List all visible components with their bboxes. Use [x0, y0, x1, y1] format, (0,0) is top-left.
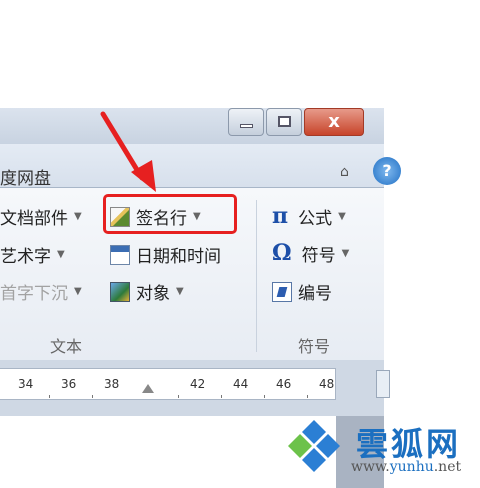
- ruler-tick-label: 42: [190, 377, 206, 391]
- ruler-tick-label: 44: [233, 377, 249, 391]
- ruler-tick-mark: [221, 395, 222, 398]
- indent-marker[interactable]: [142, 384, 154, 393]
- ruler-tick-label: 36: [61, 377, 77, 391]
- ruler-tick-mark: [49, 395, 50, 398]
- ruler-tick-mark: [264, 395, 265, 398]
- yunhu-logo-icon: [288, 420, 340, 472]
- ruler-tick-mark: [307, 395, 308, 398]
- ruler-toggle-button[interactable]: [376, 370, 390, 398]
- watermark-url-suffix: .net: [433, 459, 462, 475]
- ruler-tick-label: 38: [104, 377, 120, 391]
- ruler-tick-label: 34: [18, 377, 34, 391]
- ruler-tick-mark: [92, 395, 93, 398]
- ruler-tick-label: 46: [276, 377, 292, 391]
- arrow-shaft: [100, 111, 145, 181]
- watermark-url-brand: yunhu: [389, 459, 434, 475]
- watermark-url: www.yunhu.net: [351, 459, 461, 475]
- watermark-url-prefix: www.: [351, 459, 390, 475]
- ruler-tick-mark: [178, 395, 179, 398]
- ruler-tick-label: 48: [319, 377, 335, 391]
